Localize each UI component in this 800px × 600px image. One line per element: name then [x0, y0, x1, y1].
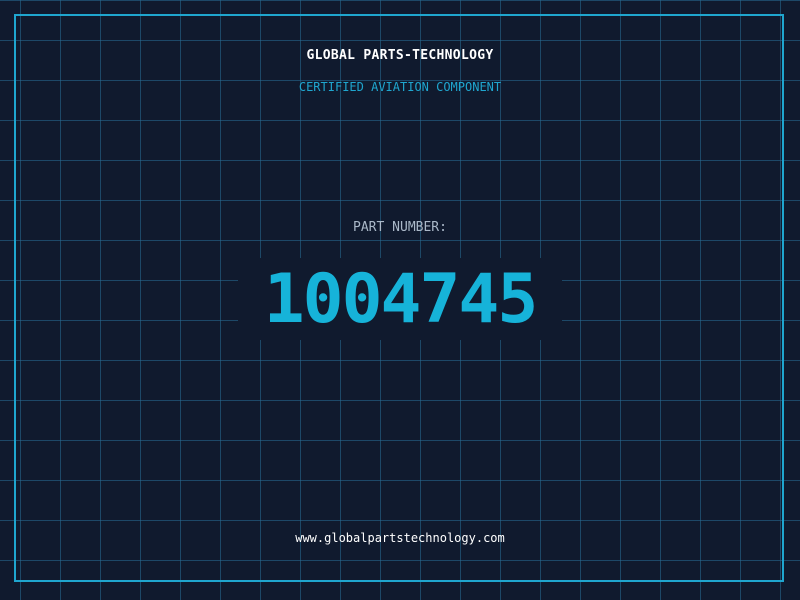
certification-tagline: CERTIFIED AVIATION COMPONENT	[298, 80, 502, 94]
label-canvas: GLOBAL PARTS-TECHNOLOGY CERTIFIED AVIATI…	[0, 0, 800, 600]
part-number-value: 1004745	[263, 260, 539, 339]
company-name: GLOBAL PARTS-TECHNOLOGY	[306, 48, 494, 63]
part-number-label: PART NUMBER:	[353, 220, 447, 235]
website-url: www.globalpartstechnology.com	[295, 531, 505, 545]
